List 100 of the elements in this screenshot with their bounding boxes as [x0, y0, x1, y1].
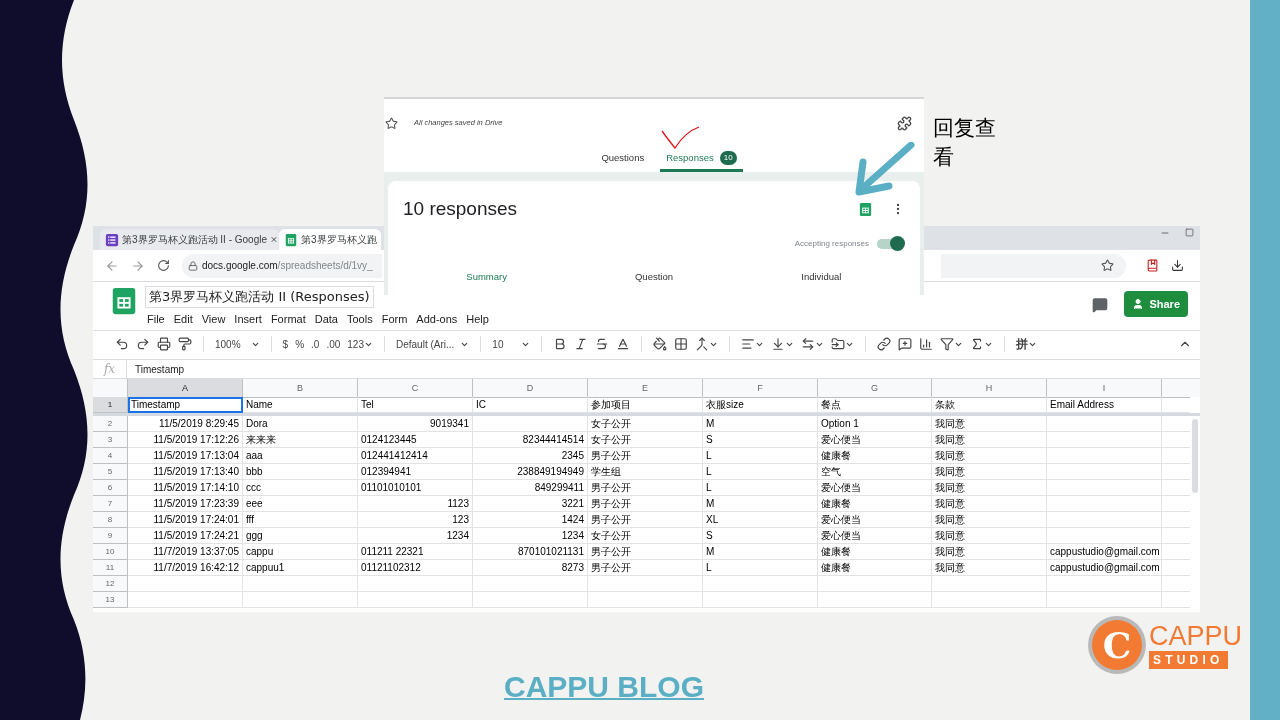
star-icon[interactable]: [385, 116, 398, 130]
bookmark-star-icon[interactable]: [1101, 259, 1114, 272]
document-title[interactable]: 第3界罗马杯义跑活动 II (Responses): [145, 286, 374, 308]
menu-item[interactable]: File: [147, 310, 165, 327]
table-cell: 男子公开: [588, 512, 703, 528]
menu-item[interactable]: Tools: [346, 310, 373, 327]
row-header[interactable]: 1: [93, 397, 128, 413]
row-header[interactable]: 11: [93, 560, 128, 576]
row-header[interactable]: 4: [93, 448, 128, 464]
table-cell: 我同意: [932, 496, 1047, 512]
row-header[interactable]: 3: [93, 432, 128, 448]
book-icon[interactable]: [1146, 259, 1159, 272]
italic-icon[interactable]: [574, 337, 589, 351]
view-tab[interactable]: Question: [570, 269, 738, 284]
increase-decimals-button[interactable]: .00: [326, 336, 341, 352]
row-header[interactable]: 5: [93, 464, 128, 480]
table-cell: 我同意: [932, 544, 1047, 560]
table-cell: 11/5/2019 17:14:10: [128, 480, 243, 496]
menu-item[interactable]: Data: [314, 310, 338, 327]
row-header[interactable]: 12: [93, 576, 128, 592]
print-icon[interactable]: [157, 337, 171, 351]
view-tab[interactable]: Summary: [403, 269, 571, 284]
font-size-dropdown[interactable]: 10: [492, 336, 531, 352]
row-header[interactable]: 13: [93, 592, 128, 608]
table-cell: 870101021131: [473, 544, 588, 560]
align-icon[interactable]: [741, 337, 765, 351]
logo-letter: C: [1102, 623, 1132, 668]
redo-icon[interactable]: [136, 337, 150, 351]
strikethrough-icon[interactable]: [595, 337, 610, 351]
row-header[interactable]: 7: [93, 496, 128, 512]
logo-name: CAPPU: [1149, 621, 1243, 651]
currency-button[interactable]: $: [282, 336, 289, 352]
menu-item[interactable]: View: [201, 310, 226, 327]
paint-format-icon[interactable]: [178, 337, 192, 351]
number-format-dropdown[interactable]: 123: [347, 336, 373, 352]
form-tab[interactable]: Questions: [595, 147, 651, 172]
fill-color-icon[interactable]: [653, 337, 668, 351]
formula-field[interactable]: Timestamp: [135, 361, 185, 377]
bold-icon[interactable]: [553, 337, 568, 351]
merge-icon[interactable]: [695, 337, 719, 351]
link-icon[interactable]: [877, 337, 892, 351]
column-header[interactable]: E: [588, 379, 703, 398]
borders-icon[interactable]: [674, 337, 689, 351]
chart-icon[interactable]: [919, 337, 934, 351]
table-cell: 男子公开: [588, 560, 703, 576]
font-dropdown[interactable]: Default (Ari...: [396, 336, 470, 352]
close-icon[interactable]: [270, 234, 278, 245]
menu-item[interactable]: Format: [270, 310, 306, 327]
comments-icon[interactable]: [1092, 297, 1109, 313]
menu-item[interactable]: Form: [381, 310, 408, 327]
table-cell: L: [703, 448, 818, 464]
wrap-icon[interactable]: [801, 337, 825, 351]
column-header[interactable]: G: [818, 379, 932, 398]
row-header[interactable]: 10: [93, 544, 128, 560]
text-color-icon[interactable]: [616, 337, 631, 351]
reload-icon[interactable]: [157, 259, 170, 272]
url-text: docs.google.com/spreadsheets/d/1vy_: [202, 259, 373, 273]
table-cell: 衣服size: [703, 397, 818, 413]
forward-icon[interactable]: [131, 258, 145, 273]
zoom-dropdown[interactable]: 100%: [215, 336, 260, 352]
table-cell: fff: [243, 512, 358, 528]
row-header[interactable]: 2: [93, 416, 128, 432]
menu-item[interactable]: Edit: [173, 310, 193, 327]
browser-tab[interactable]: 第3界罗马杯义跑: [279, 229, 381, 250]
table-cell: 011211 22321: [358, 544, 473, 560]
menu-item[interactable]: Add-ons: [416, 310, 458, 327]
column-header[interactable]: H: [932, 379, 1047, 398]
menu-item[interactable]: Help: [466, 310, 489, 327]
form-tab[interactable]: Responses 10: [660, 147, 743, 172]
functions-icon[interactable]: [970, 337, 994, 351]
add-ons-icon[interactable]: [897, 115, 912, 131]
accepting-switch[interactable]: [877, 238, 903, 249]
decrease-decimals-button[interactable]: .0: [311, 336, 320, 352]
percent-button[interactable]: %: [295, 336, 305, 352]
vertical-align-icon[interactable]: [771, 337, 795, 351]
column-header[interactable]: I: [1047, 379, 1162, 398]
column-header[interactable]: D: [473, 379, 588, 398]
add-comment-icon[interactable]: [898, 337, 913, 351]
view-tab[interactable]: Individual: [737, 269, 905, 284]
menu-item[interactable]: Insert: [234, 310, 262, 327]
table-cell: M: [703, 544, 818, 560]
logo-tagline: STUDIO: [1149, 651, 1228, 669]
download-icon[interactable]: [1171, 259, 1184, 272]
input-tools-button[interactable]: 拼: [1016, 335, 1038, 353]
back-icon[interactable]: [105, 258, 119, 273]
filter-icon[interactable]: [940, 337, 964, 351]
row-header[interactable]: 9: [93, 528, 128, 544]
table-cell: 女子公开: [588, 416, 703, 432]
column-header[interactable]: C: [358, 379, 473, 398]
column-header[interactable]: B: [243, 379, 358, 398]
browser-tab[interactable]: 第3界罗马杯义跑活动 II - Google: [100, 229, 279, 250]
row-header[interactable]: 8: [93, 512, 128, 528]
column-header[interactable]: F: [703, 379, 818, 398]
undo-icon[interactable]: [115, 337, 129, 351]
share-button[interactable]: Share: [1124, 291, 1188, 317]
table-cell: 11/5/2019 17:24:01: [128, 512, 243, 528]
row-header[interactable]: 6: [93, 480, 128, 496]
address-field[interactable]: docs.google.com/spreadsheets/d/1vy_: [182, 253, 382, 278]
table-cell: 11/7/2019 13:37:05: [128, 544, 243, 560]
table-cell: 82344414514: [473, 432, 588, 448]
